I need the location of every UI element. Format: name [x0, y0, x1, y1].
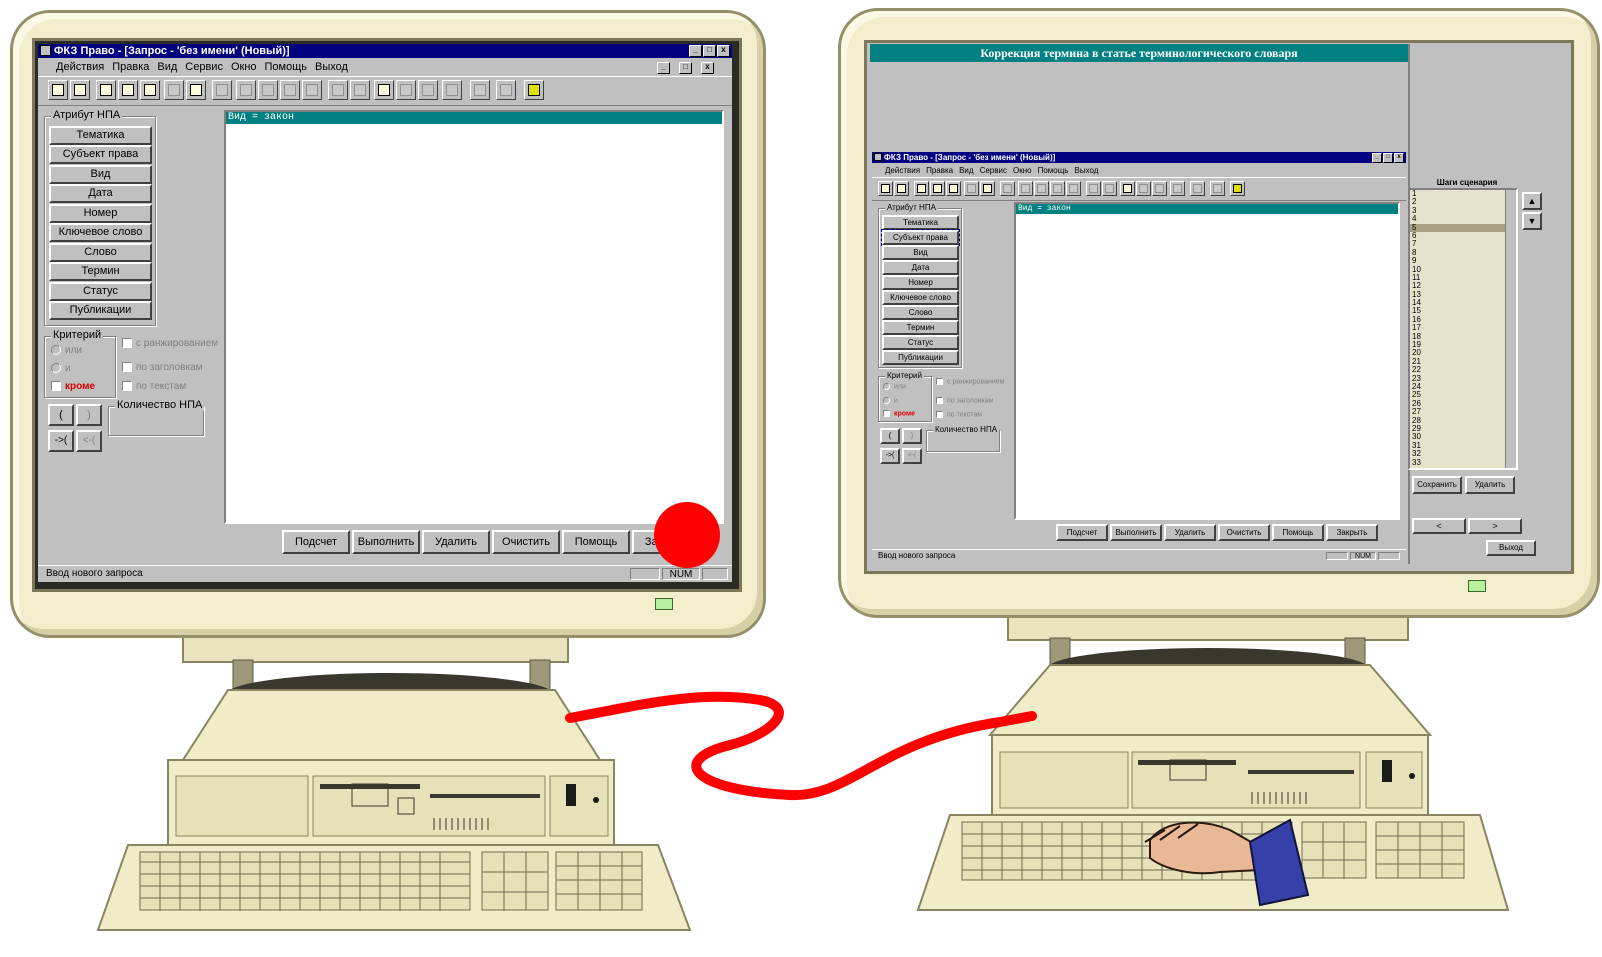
- network-cable: [565, 691, 1037, 801]
- cable-path: [565, 691, 1037, 801]
